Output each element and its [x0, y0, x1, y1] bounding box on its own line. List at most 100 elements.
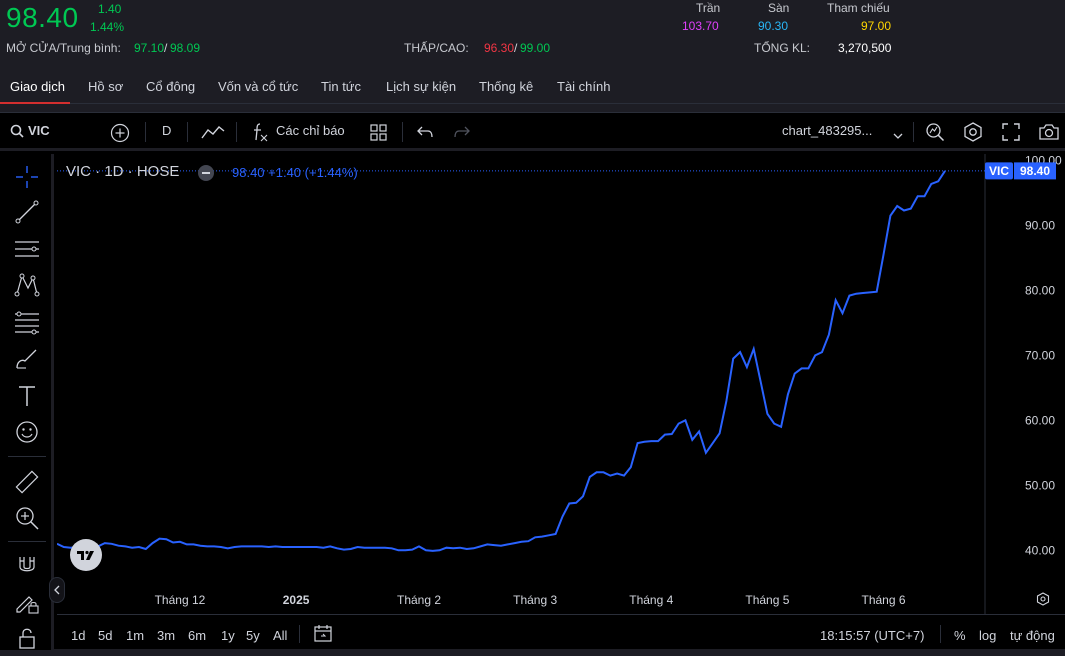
price-point	[363, 546, 366, 549]
quick-search-icon[interactable]	[925, 122, 945, 147]
price-point	[821, 351, 824, 354]
price-point	[677, 422, 680, 425]
hide-legend-icon[interactable]	[197, 164, 215, 187]
price-change: 1.40	[98, 2, 122, 16]
toolbar-divider	[402, 122, 403, 142]
indicators-button[interactable]: Các chỉ báo	[276, 123, 345, 138]
price-point	[465, 548, 468, 551]
price-point	[862, 292, 865, 295]
time-axis-tick-label: Tháng 12	[155, 593, 206, 607]
text-tool-icon[interactable]	[14, 383, 40, 409]
range-1y-button[interactable]: 1y	[221, 628, 235, 643]
ceiling-label: Trần	[696, 1, 721, 15]
settings-gear-icon[interactable]	[963, 122, 983, 147]
price-tag-value: 98.40	[1020, 164, 1050, 178]
last-price: 98.40	[6, 2, 79, 33]
percent-scale-toggle[interactable]: %	[954, 628, 966, 643]
range-all-button[interactable]: All	[273, 628, 287, 643]
price-axis-tick-label: 70.00	[1025, 348, 1055, 362]
range-3m-button[interactable]: 3m	[157, 628, 175, 643]
range-1m-button[interactable]: 1m	[126, 628, 144, 643]
lock-pencil-icon[interactable]	[14, 589, 40, 615]
tab-co-dong[interactable]: Cổ đông	[146, 79, 195, 94]
price-point	[356, 546, 359, 549]
redo-icon[interactable]	[454, 125, 470, 144]
price-point	[629, 466, 632, 469]
fullscreen-icon[interactable]	[1002, 123, 1020, 146]
magnet-icon[interactable]	[14, 553, 40, 579]
price-point	[288, 546, 291, 549]
price-point	[185, 543, 188, 546]
tradingview-logo[interactable]	[70, 539, 102, 571]
price-point	[814, 354, 817, 357]
price-point	[561, 515, 564, 518]
price-point	[800, 367, 803, 370]
camera-snapshot-icon[interactable]	[1038, 123, 1060, 146]
auto-scale-toggle[interactable]: tự động	[1010, 628, 1055, 643]
price-point	[390, 547, 393, 550]
price-point	[944, 169, 947, 172]
tab-von-va-co-tuc[interactable]: Vốn và cổ tức	[218, 79, 298, 94]
low-value: 96.30	[484, 41, 515, 55]
tab-lich-su-kien[interactable]: Lịch sự kiện	[386, 79, 456, 94]
range-1d-button[interactable]: 1d	[71, 628, 85, 643]
price-point	[472, 547, 475, 550]
indicators-fx-icon[interactable]	[251, 122, 269, 147]
price-point	[445, 546, 448, 549]
compare-add-icon[interactable]	[110, 123, 130, 148]
log-scale-toggle[interactable]: log	[979, 628, 996, 643]
price-point	[192, 543, 195, 546]
crosshair-icon[interactable]	[14, 164, 40, 190]
zoom-in-icon[interactable]	[14, 505, 40, 531]
ruler-icon[interactable]	[14, 469, 40, 495]
date-range-calendar-icon[interactable]	[313, 624, 333, 647]
search-icon[interactable]	[10, 124, 24, 143]
price-point	[855, 292, 858, 295]
pattern-tool-icon[interactable]	[14, 272, 40, 298]
tab-ho-so[interactable]: Hồ sơ	[88, 79, 123, 94]
axis-settings-icon[interactable]	[1036, 592, 1050, 611]
trend-line-icon[interactable]	[14, 199, 40, 225]
price-point	[117, 544, 120, 547]
horizontal-lines-icon[interactable]	[14, 236, 40, 262]
reference-label: Tham chiếu	[827, 1, 890, 15]
time-axis-tick-label: Tháng 5	[745, 593, 789, 607]
interval-button[interactable]: D	[162, 123, 171, 138]
chevron-down-icon[interactable]	[893, 127, 903, 145]
tab-giao-dich[interactable]: Giao dịch	[10, 79, 65, 94]
reference-value: 97.00	[861, 19, 892, 33]
brush-icon[interactable]	[14, 346, 40, 372]
price-point	[370, 546, 373, 549]
price-point	[718, 432, 721, 435]
clock-timezone[interactable]: 18:15:57 (UTC+7)	[820, 628, 924, 643]
fib-retracement-icon[interactable]	[14, 309, 40, 335]
tool-divider	[8, 456, 46, 457]
chart-type-line-icon[interactable]	[201, 124, 225, 145]
price-point	[411, 548, 414, 551]
range-5d-button[interactable]: 5d	[98, 628, 112, 643]
range-5y-button[interactable]: 5y	[246, 628, 260, 643]
price-point	[151, 542, 154, 545]
lock-icon[interactable]	[14, 625, 40, 651]
tab-tai-chinh[interactable]: Tài chính	[557, 79, 610, 94]
floor-value: 90.30	[758, 19, 789, 33]
price-point	[322, 546, 325, 549]
undo-icon[interactable]	[417, 125, 433, 144]
price-axis-tick-label: 60.00	[1025, 413, 1055, 427]
range-6m-button[interactable]: 6m	[188, 628, 206, 643]
chart-plot-area[interactable]: 100.00 90.00 80.00 70.00 60.00 50.00 40.00 Thá…	[49, 154, 1065, 614]
collapse-toolbar-button[interactable]	[49, 577, 65, 603]
toolbar-divider	[187, 122, 188, 142]
price-point	[752, 347, 755, 350]
price-point	[903, 209, 906, 212]
symbol-search[interactable]: VIC	[28, 123, 50, 138]
layout-grid-icon[interactable]	[370, 124, 387, 146]
chart-layout-name[interactable]: chart_483295...	[782, 123, 872, 138]
price-point	[636, 442, 639, 445]
tab-tin-tuc[interactable]: Tin tức	[321, 79, 361, 94]
price-point	[110, 542, 113, 545]
emoji-icon[interactable]	[14, 419, 40, 445]
price-point	[663, 433, 666, 436]
tab-thong-ke[interactable]: Thống kê	[479, 79, 533, 94]
price-point	[295, 546, 298, 549]
